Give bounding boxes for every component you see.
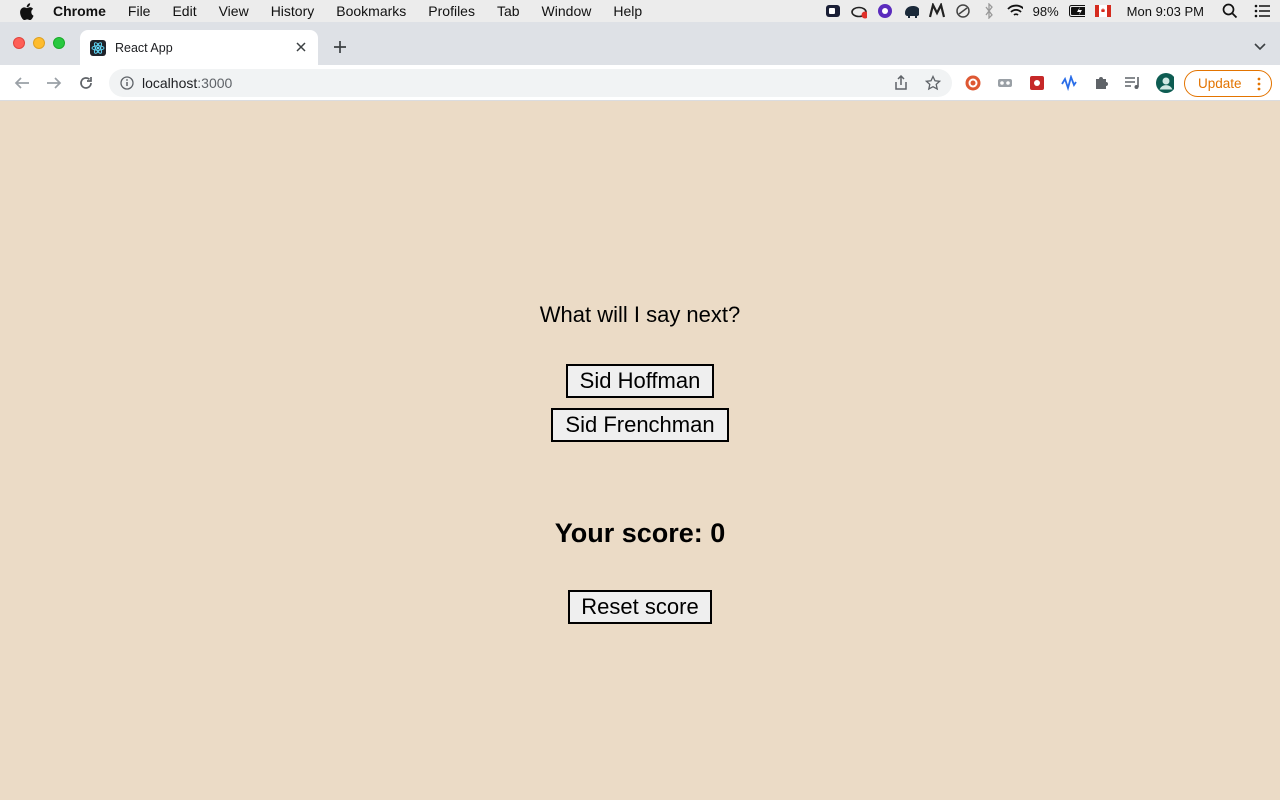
url-host: localhost xyxy=(142,75,198,91)
spotlight-search-icon[interactable] xyxy=(1222,3,1238,19)
purple-circle-icon[interactable] xyxy=(877,3,893,19)
wifi-icon[interactable] xyxy=(1006,3,1023,19)
tab-search-chevron-icon[interactable] xyxy=(1254,41,1266,53)
page-content: What will I say next? Sid Hoffman Sid Fr… xyxy=(0,101,1280,800)
window-minimize-button[interactable] xyxy=(33,37,45,49)
react-logo-icon xyxy=(90,39,106,56)
address-bar[interactable]: localhost:3000 xyxy=(109,69,952,97)
update-button-label: Update xyxy=(1198,76,1242,91)
duckduckgo-extension-icon[interactable] xyxy=(964,74,982,92)
menu-help[interactable]: Help xyxy=(613,3,642,19)
share-icon[interactable] xyxy=(893,75,909,91)
extensions-puzzle-icon[interactable] xyxy=(1092,74,1110,92)
kebab-menu-icon[interactable] xyxy=(1257,77,1261,94)
cloud-sync-icon[interactable] xyxy=(850,3,867,19)
menu-history[interactable]: History xyxy=(271,3,315,19)
menu-file[interactable]: File xyxy=(128,3,151,19)
window-maximize-button[interactable] xyxy=(53,37,65,49)
menu-window[interactable]: Window xyxy=(542,3,592,19)
tab-title: React App xyxy=(115,40,173,55)
browser-tab-strip: React App xyxy=(0,22,1280,65)
menu-tab[interactable]: Tab xyxy=(497,3,520,19)
update-button[interactable]: Update xyxy=(1184,70,1272,97)
waveform-extension-icon[interactable] xyxy=(1060,74,1078,92)
url-text: localhost:3000 xyxy=(142,75,232,91)
answer-button-sid-hoffman[interactable]: Sid Hoffman xyxy=(566,364,714,398)
forward-arrow-icon[interactable] xyxy=(45,74,63,92)
circle-slash-icon[interactable] xyxy=(955,3,971,19)
bluetooth-icon[interactable] xyxy=(981,3,997,19)
score-display: Your score: 0 xyxy=(554,518,726,548)
question-prompt: What will I say next? xyxy=(539,302,741,327)
control-center-icon[interactable] xyxy=(1254,3,1270,19)
browser-tab-active[interactable]: React App xyxy=(80,30,318,65)
apple-menu-icon[interactable] xyxy=(19,2,37,20)
macos-menu-bar: Chrome File Edit View History Bookmarks … xyxy=(0,0,1280,22)
reset-score-button[interactable]: Reset score xyxy=(568,590,712,624)
profile-avatar[interactable] xyxy=(1156,73,1174,93)
back-arrow-icon[interactable] xyxy=(13,74,31,92)
red-app-extension-icon[interactable] xyxy=(1028,74,1046,92)
zoom-icon[interactable] xyxy=(825,3,841,19)
reading-list-icon[interactable] xyxy=(1124,74,1142,92)
answer-button-sid-frenchman[interactable]: Sid Frenchman xyxy=(551,408,729,442)
menu-bookmarks[interactable]: Bookmarks xyxy=(336,3,406,19)
url-port: :3000 xyxy=(197,75,233,91)
reload-icon[interactable] xyxy=(77,74,95,92)
battery-icon[interactable] xyxy=(1068,3,1085,19)
battery-percent: 98% xyxy=(1032,3,1059,19)
vr-goggles-extension-icon[interactable] xyxy=(996,74,1014,92)
new-tab-plus-icon[interactable] xyxy=(331,38,349,56)
menu-bar-tray: 98% Mon 9:03 PM xyxy=(825,0,1270,22)
site-info-icon[interactable] xyxy=(120,76,134,90)
tab-close-icon[interactable] xyxy=(294,40,308,54)
menu-app-chrome[interactable]: Chrome xyxy=(53,3,106,19)
m-logo-icon[interactable] xyxy=(928,3,945,19)
elephant-icon[interactable] xyxy=(903,3,919,19)
window-close-button[interactable] xyxy=(13,37,25,49)
menu-bar-clock[interactable]: Mon 9:03 PM xyxy=(1127,4,1204,19)
menu-view[interactable]: View xyxy=(219,3,249,19)
menu-edit[interactable]: Edit xyxy=(172,3,196,19)
canada-flag-icon[interactable] xyxy=(1094,3,1111,19)
browser-toolbar: localhost:3000 Update xyxy=(0,65,1280,101)
bookmark-star-icon[interactable] xyxy=(925,75,941,91)
menu-profiles[interactable]: Profiles xyxy=(428,3,475,19)
